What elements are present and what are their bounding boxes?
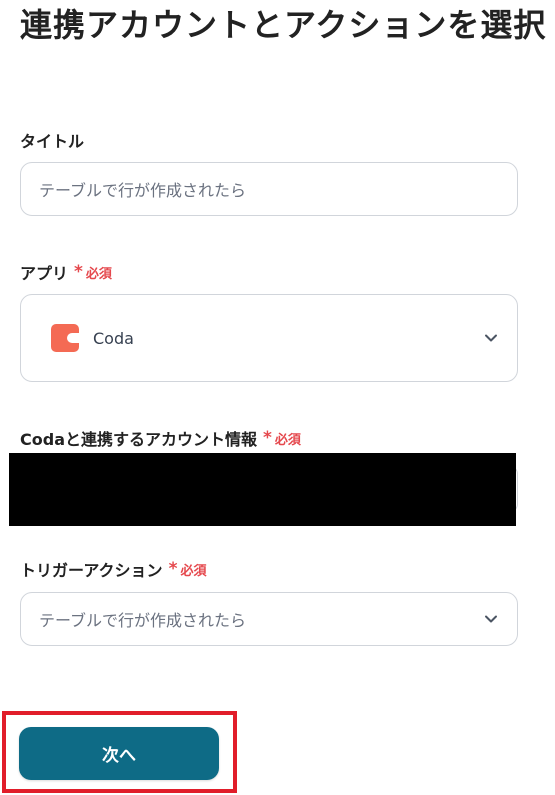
required-text: 必須 [180,563,207,579]
app-select-value: Coda [93,328,134,348]
required-asterisk: * [168,558,178,579]
app-field-label: アプリ * 必須 [20,260,112,284]
trigger-field-label-text: トリガーアクション [20,561,163,580]
account-field-label: Codaと連携するアカウント情報 * 必須 [20,426,301,450]
account-field-label-text: Codaと連携するアカウント情報 [20,430,257,449]
trigger-field-label: トリガーアクション * 必須 [20,557,206,581]
title-field-label-text: タイトル [20,132,85,151]
chevron-down-icon [483,611,499,627]
redacted-account-info [9,453,516,526]
required-asterisk: * [74,261,83,282]
required-badge: * 必須 [74,263,112,282]
app-field-label-text: アプリ [20,264,69,283]
required-badge: * 必須 [169,560,207,579]
trigger-select-value: テーブルで行が作成されたら [39,611,247,630]
trigger-action-select[interactable]: テーブルで行が作成されたら [20,592,518,646]
required-badge: * 必須 [263,429,301,448]
required-text: 必須 [85,266,112,282]
next-button[interactable]: 次へ [19,727,219,780]
page-title: 連携アカウントとアクションを選択 [20,6,547,44]
coda-icon [51,324,79,352]
app-select[interactable]: Coda [20,294,518,382]
title-field-label: タイトル [20,128,84,152]
chevron-down-icon [483,330,499,346]
title-input[interactable] [20,162,518,216]
required-asterisk: * [263,427,272,448]
required-text: 必須 [274,432,301,448]
